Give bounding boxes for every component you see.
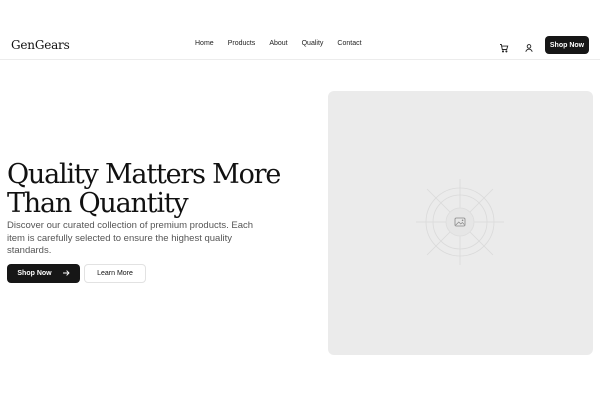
main-nav: Home Products About Quality Contact [195,40,362,47]
user-icon[interactable] [524,40,534,52]
arrow-right-icon [62,269,70,279]
logo[interactable]: GenGears [11,38,70,52]
learn-more-button[interactable]: Learn More [84,264,146,283]
nav-about[interactable]: About [269,40,287,47]
nav-products[interactable]: Products [228,40,256,47]
shop-now-header-button[interactable]: Shop Now [545,36,589,54]
cart-icon[interactable] [499,40,509,53]
nav-quality[interactable]: Quality [302,40,324,47]
hero-description: Discover our curated collection of premi… [7,220,254,256]
hero-title: Quality Matters More Than Quantity [7,159,281,219]
nav-home[interactable]: Home [195,40,214,47]
nav-contact[interactable]: Contact [337,40,361,47]
image-placeholder-icon [416,179,504,265]
shop-now-button[interactable]: Shop Now [7,264,80,283]
shop-now-label: Shop Now [17,270,52,277]
site-header: GenGears Home Products About Quality Con… [0,30,600,60]
hero-image-placeholder [328,91,593,355]
